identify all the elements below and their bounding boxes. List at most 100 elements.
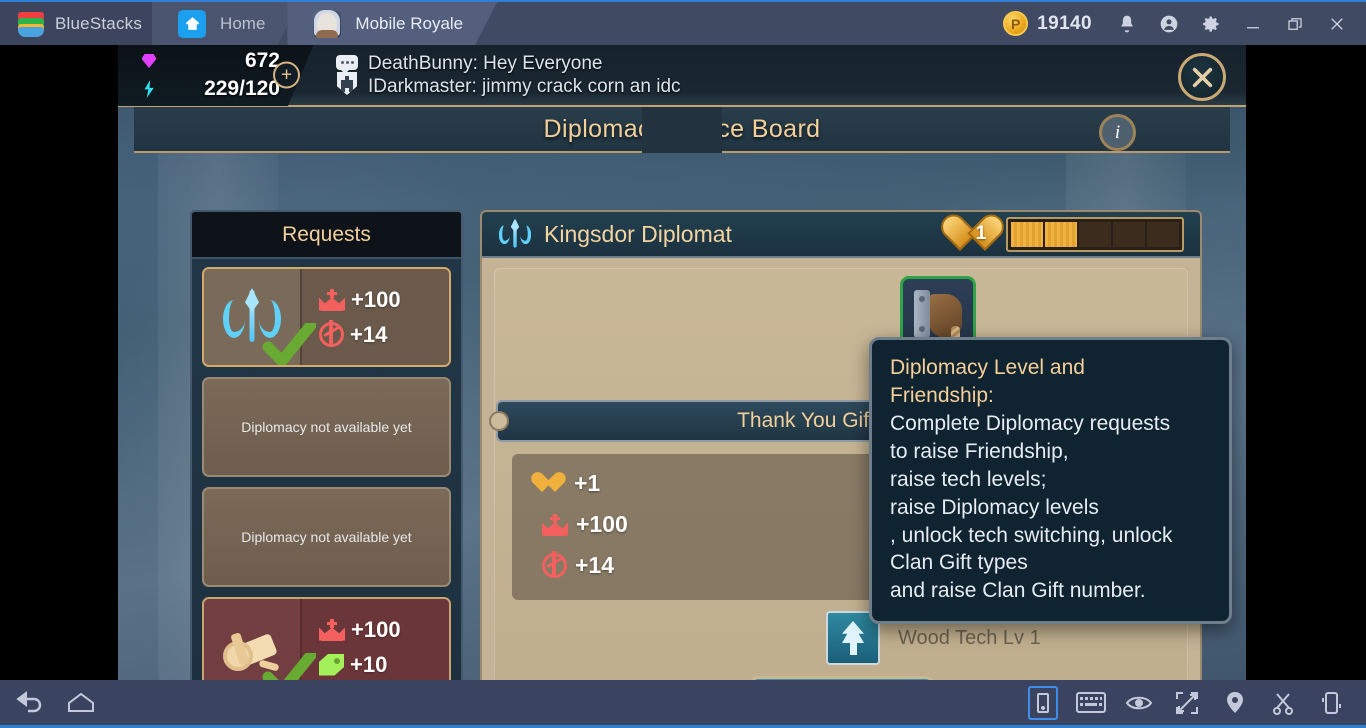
friendship-level-value: 1 xyxy=(975,223,987,244)
request-card-1[interactable]: +100 +14 xyxy=(202,267,451,367)
thank-you-gift-label: Thank You Gift xyxy=(737,409,875,432)
close-button[interactable] xyxy=(1318,5,1356,43)
reward-value: +14 xyxy=(350,321,388,347)
friendship-progress-bar xyxy=(1006,216,1184,252)
tooltip-body-line: Complete Diplomacy requests xyxy=(890,411,1171,435)
portrait-mode-icon[interactable] xyxy=(1022,683,1064,723)
game-avatar-icon xyxy=(313,10,341,38)
scissors-icon[interactable] xyxy=(1262,683,1304,723)
requests-list: +100 +14 Diplomacy not available yet Dip… xyxy=(192,259,461,680)
tooltip-title-line: Friendship: xyxy=(890,383,994,407)
home-icon[interactable] xyxy=(60,683,102,723)
requests-header: Requests xyxy=(192,212,461,259)
request-card-4[interactable]: +100 +10 xyxy=(202,597,451,680)
chat-bubble-icon xyxy=(336,55,358,74)
minimize-button[interactable] xyxy=(1234,5,1272,43)
requests-panel: Requests +100 +14 Diplomacy not availabl… xyxy=(190,210,463,680)
tooltip-body-line: raise tech levels; xyxy=(890,467,1047,491)
tab-mobile-royale-label: Mobile Royale xyxy=(355,13,464,33)
keyboard-icon[interactable] xyxy=(1070,683,1112,723)
chat-line: DeathBunny: Hey Everyone xyxy=(368,52,603,74)
board-body: Requests +100 +14 Diplomacy not availabl… xyxy=(118,153,1246,680)
completed-check-icon xyxy=(262,319,317,365)
energy-resource: 229/120 xyxy=(138,76,280,103)
back-icon[interactable] xyxy=(10,683,52,723)
tab-home-label: Home xyxy=(220,13,266,33)
close-dialog-button[interactable] xyxy=(1178,53,1226,101)
shake-icon[interactable] xyxy=(1310,683,1352,723)
bell-icon[interactable] xyxy=(1108,5,1146,43)
letterbox-left xyxy=(0,45,118,680)
bluestacks-logo-icon xyxy=(18,11,44,37)
bluestacks-brand: BlueStacks xyxy=(0,2,165,45)
gem-amount: 672 xyxy=(244,49,280,72)
location-icon[interactable] xyxy=(1214,683,1256,723)
home-icon xyxy=(178,10,206,38)
completed-check-icon xyxy=(262,649,317,680)
reward-might: +14 xyxy=(319,320,449,348)
energy-bolt-icon xyxy=(138,80,160,98)
crown-icon xyxy=(319,618,345,641)
game-viewport: 672 229/120 + DeathBunny: Hey Everyone I… xyxy=(118,45,1246,680)
eye-icon[interactable] xyxy=(1118,683,1160,723)
resource-panel[interactable]: 672 229/120 + xyxy=(118,45,314,106)
trident-icon xyxy=(498,218,532,250)
add-resource-button[interactable]: + xyxy=(273,62,300,89)
might-icon xyxy=(319,320,344,347)
heart-icon xyxy=(542,473,566,495)
bluestacks-window: BlueStacks Home Mobile Royale P 19140 67… xyxy=(0,0,1366,728)
reward-crown: +100 xyxy=(319,617,449,643)
tooltip-body-line: raise Diplomacy levels xyxy=(890,495,1099,519)
chat-icons xyxy=(336,55,358,95)
page-title: Diplomacy Notice Board xyxy=(543,114,821,143)
request-locked-label: Diplomacy not available yet xyxy=(241,529,412,545)
gift-reward-value: +14 xyxy=(575,552,615,578)
points-display[interactable]: P 19140 xyxy=(1003,11,1092,36)
tooltip-body-line: to raise Friendship, xyxy=(890,439,1069,463)
maximize-restore-button[interactable] xyxy=(1276,5,1314,43)
reward-crown: +100 xyxy=(319,287,449,313)
account-icon[interactable] xyxy=(1150,5,1188,43)
diplomat-name: Kingsdor Diplomat xyxy=(544,220,732,247)
tab-mobile-royale[interactable]: Mobile Royale xyxy=(287,2,497,45)
friendship-heart-badge: 1 xyxy=(961,215,1001,253)
request-rewards: +100 +14 xyxy=(302,269,449,365)
reward-value: +100 xyxy=(351,616,401,642)
tab-home[interactable]: Home xyxy=(152,2,299,45)
bottom-left-controls xyxy=(0,683,102,723)
requests-header-label: Requests xyxy=(282,222,371,246)
points-coin-icon: P xyxy=(1003,11,1029,36)
gift-reward-value: +1 xyxy=(574,470,601,496)
letterbox-right xyxy=(1246,45,1366,680)
chat-strip[interactable]: DeathBunny: Hey Everyone IDarkmaster: ji… xyxy=(314,45,681,106)
info-icon[interactable]: i xyxy=(1099,114,1136,151)
board-header: Diplomacy Notice Board xyxy=(134,107,1230,153)
reward-tag: +10 xyxy=(319,652,449,678)
chat-line: IDarkmaster: jimmy crack corn an idc xyxy=(368,75,681,97)
energy-amount: 229/120 xyxy=(204,77,280,100)
tooltip-body-line: Clan Gift types xyxy=(890,551,1028,575)
saddle-icon xyxy=(912,290,964,344)
diplomat-header: Kingsdor Diplomat 1 xyxy=(482,212,1200,258)
bluestacks-brand-label: BlueStacks xyxy=(55,13,143,33)
gem-icon xyxy=(138,54,160,68)
gear-icon[interactable] xyxy=(1192,5,1230,43)
bluestacks-titlebar: BlueStacks Home Mobile Royale P 19140 xyxy=(0,0,1366,45)
friendship-level: 1 xyxy=(961,215,1190,253)
reward-value: +10 xyxy=(350,651,388,677)
request-card-3[interactable]: Diplomacy not available yet xyxy=(202,487,451,587)
gift-reward-value: +100 xyxy=(576,511,628,537)
points-amount: 19140 xyxy=(1037,12,1092,34)
request-card-2[interactable]: Diplomacy not available yet xyxy=(202,377,451,477)
request-rewards: +100 +10 xyxy=(302,599,449,680)
tooltip-body-line: and raise Clan Gift number. xyxy=(890,579,1146,603)
might-icon xyxy=(542,551,567,578)
tooltip-title-line: Diplomacy Level and xyxy=(890,356,1085,379)
game-hud: 672 229/120 + DeathBunny: Hey Everyone I… xyxy=(118,45,1246,107)
request-locked-label: Diplomacy not available yet xyxy=(241,419,412,435)
reward-value: +100 xyxy=(351,286,401,312)
gem-resource: 672 xyxy=(138,48,280,75)
crown-icon xyxy=(319,288,345,311)
fullscreen-icon[interactable] xyxy=(1166,683,1208,723)
tooltip-body-line: , unlock tech switching, unlock xyxy=(890,523,1173,547)
